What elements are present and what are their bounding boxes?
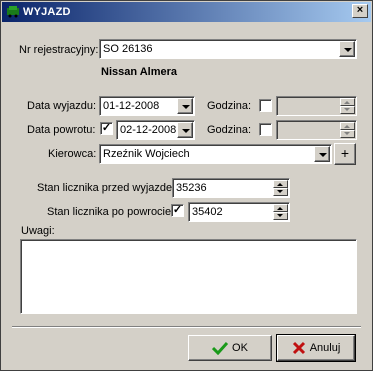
- departure-time-checkbox[interactable]: [259, 99, 272, 112]
- return-time-checkbox[interactable]: [259, 123, 272, 136]
- ok-button[interactable]: OK: [188, 335, 272, 361]
- odometer-before-input[interactable]: 35236: [172, 178, 290, 198]
- odometer-after-value: 35402: [192, 206, 223, 218]
- driver-value: Rzeźnik Wojciech: [103, 148, 190, 160]
- close-button[interactable]: ×: [352, 4, 368, 18]
- return-date-value: 02-12-2008: [120, 124, 177, 136]
- title-bar[interactable]: WYJAZD ×: [2, 2, 371, 22]
- cross-icon: [292, 342, 305, 355]
- chevron-down-icon[interactable]: [314, 146, 330, 162]
- return-time-label: Godzina:: [207, 124, 252, 136]
- odometer-before-value: 35236: [176, 182, 207, 194]
- registration-label: Nr rejestracyjny:: [19, 44, 99, 56]
- car-name: Nissan Almera: [101, 66, 178, 78]
- return-time-input[interactable]: [276, 120, 357, 140]
- registration-value: SO 26136: [103, 43, 153, 55]
- return-date-picker[interactable]: 02-12-2008: [116, 120, 195, 140]
- notes-textarea[interactable]: [20, 239, 357, 314]
- window-title: WYJAZD: [23, 6, 71, 18]
- odometer-before-label: Stan licznika przed wyjazdem:: [37, 182, 185, 194]
- odometer-after-checkbox[interactable]: ✓: [171, 204, 184, 217]
- registration-dropdown[interactable]: SO 26136: [99, 39, 357, 59]
- time-spinner[interactable]: [340, 98, 355, 114]
- departure-time-label: Godzina:: [207, 100, 252, 112]
- add-driver-button[interactable]: +: [334, 143, 356, 165]
- car-icon: [7, 6, 19, 18]
- checkmark-icon: [212, 342, 229, 356]
- separator: [12, 326, 361, 328]
- departure-time-input[interactable]: [276, 96, 357, 116]
- odometer-spinner[interactable]: [273, 204, 288, 220]
- chevron-down-icon[interactable]: [339, 41, 355, 57]
- time-spinner[interactable]: [340, 122, 355, 138]
- chevron-down-icon[interactable]: [177, 122, 193, 138]
- odometer-spinner[interactable]: [273, 180, 288, 196]
- driver-label: Kierowca:: [48, 148, 97, 160]
- return-date-checkbox[interactable]: ✓: [100, 122, 113, 135]
- departure-date-label: Data wyjazdu:: [27, 100, 97, 112]
- chevron-down-icon[interactable]: [177, 98, 193, 114]
- departure-date-picker[interactable]: 01-12-2008: [99, 96, 195, 116]
- odometer-after-input[interactable]: 35402: [188, 202, 290, 222]
- driver-dropdown[interactable]: Rzeźnik Wojciech: [99, 144, 332, 164]
- cancel-button[interactable]: Anuluj: [276, 334, 356, 362]
- return-date-label: Data powrotu:: [27, 124, 96, 136]
- departure-date-value: 01-12-2008: [103, 100, 160, 112]
- notes-label: Uwagi:: [21, 225, 55, 237]
- cancel-label: Anuluj: [309, 342, 341, 354]
- dialog-window: WYJAZD × Nr rejestracyjny: SO 26136 Niss…: [0, 0, 373, 371]
- ok-label: OK: [232, 342, 248, 354]
- odometer-after-label: Stan licznika po powrocie:: [47, 206, 175, 218]
